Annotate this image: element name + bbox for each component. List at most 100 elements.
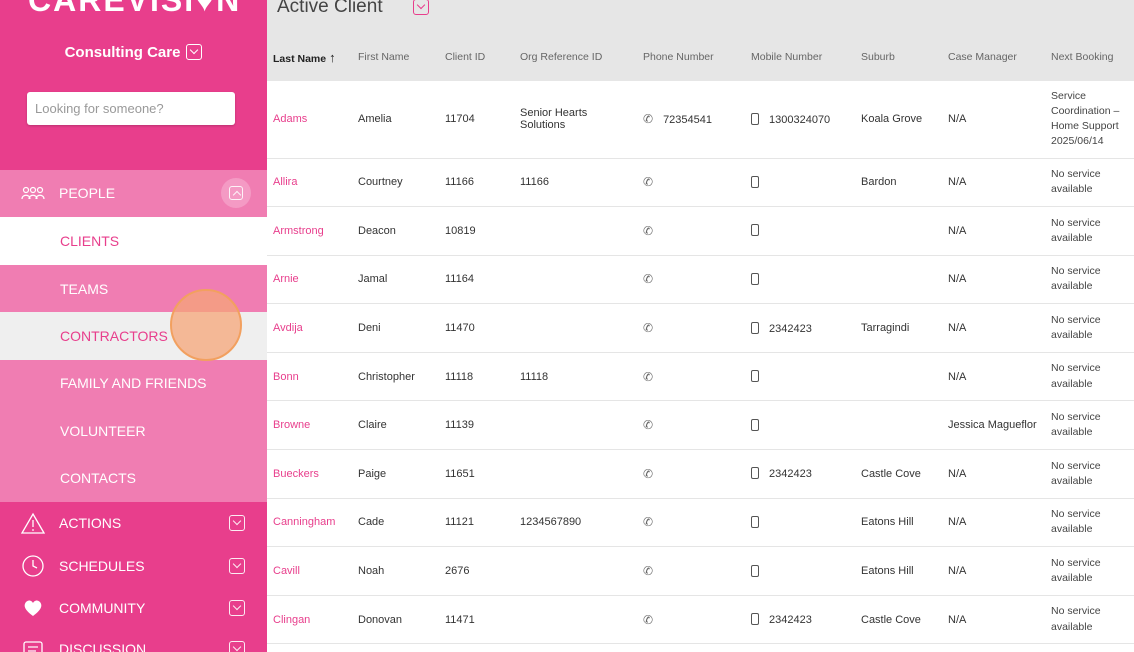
cell-last-name[interactable]: Arnie [267, 255, 352, 305]
mobile-icon [751, 418, 759, 431]
cell-mobile-number[interactable] [745, 158, 855, 208]
table-row[interactable]: Avdija Deni 11470 ✆ 2342423 Tarragindi N/A No s… [267, 303, 1134, 353]
column-header-next-booking[interactable]: Next Booking [1045, 33, 1134, 81]
cell-first-name: Christopher [352, 352, 439, 402]
column-header-client-id[interactable]: Client ID [439, 33, 514, 81]
nav-section-label: PEOPLE [59, 185, 116, 201]
column-header-first-name[interactable]: First Name [352, 33, 439, 81]
cell-last-name[interactable]: Clingan [267, 595, 352, 645]
table-row[interactable]: Arnie Jamal 11164 ✆ N/A No service available [267, 255, 1134, 305]
cell-mobile-number[interactable] [745, 498, 855, 548]
cell-mobile-number[interactable] [745, 255, 855, 305]
nav-item-family-and-friends[interactable]: FAMILY AND FRIENDS [0, 359, 267, 407]
nav-item-volunteer[interactable]: VOLUNTEER [0, 407, 267, 455]
cell-phone-number[interactable]: ✆ [637, 303, 745, 353]
cell-last-name[interactable]: Canningham [267, 498, 352, 548]
nav-section-community[interactable]: COMMUNITY [0, 585, 267, 631]
column-header-case-manager[interactable]: Case Manager [942, 33, 1045, 81]
cell-suburb: Koala Grove [855, 81, 942, 159]
cell-phone-number[interactable]: ✆ [637, 498, 745, 548]
chevron-down-icon[interactable] [229, 558, 245, 574]
cell-org-reference-id: 11166 [514, 158, 637, 208]
cell-phone-number[interactable]: ✆ [637, 400, 745, 451]
cell-mobile-number[interactable]: 2342423 [745, 449, 855, 499]
phone-icon: ✆ [643, 272, 654, 287]
table-row[interactable]: Clingan Donovan 11471 ✆ 2342423 Castle Cove N/… [267, 595, 1134, 645]
column-header-phone-number[interactable]: Phone Number [637, 33, 745, 81]
cell-phone-number[interactable]: ✆ [637, 546, 745, 596]
nav-section-people[interactable]: PEOPLE [0, 170, 267, 216]
cell-case-manager: N/A [942, 546, 1045, 596]
cell-first-name: Cade [352, 498, 439, 548]
mobile-value: 2342423 [769, 614, 812, 627]
nav-section-schedules[interactable]: SCHEDULES [0, 543, 267, 589]
table-row[interactable]: Adams Amelia 11704 Senior Hearts Solutions ✆… [267, 81, 1134, 159]
cell-mobile-number[interactable]: 1300324070 [745, 81, 855, 159]
cell-next-booking: No service available [1045, 449, 1134, 499]
cell-last-name[interactable]: Allira [267, 158, 352, 208]
cell-last-name[interactable]: Browne [267, 400, 352, 451]
cell-mobile-number[interactable]: 2342423 [745, 303, 855, 353]
table-row[interactable]: Canningham Cade 11121 1234567890 ✆ Eatons Hil… [267, 498, 1134, 548]
cell-phone-number[interactable]: ✆ [637, 449, 745, 499]
chevron-down-icon[interactable] [186, 44, 203, 60]
cell-last-name[interactable]: Bueckers [267, 449, 352, 499]
collapse-toggle[interactable] [221, 178, 251, 208]
nav-item-clients[interactable]: CLIENTS [0, 217, 267, 265]
cell-phone-number[interactable]: ✆ [637, 158, 745, 208]
heart-hands-icon [18, 598, 48, 618]
mobile-icon [751, 613, 759, 626]
cell-last-name[interactable]: Avdija [267, 303, 352, 353]
cell-case-manager: N/A [942, 81, 1045, 159]
mobile-icon [751, 175, 759, 188]
mobile-icon [751, 564, 759, 577]
table-row[interactable]: Bueckers Paige 11651 ✆ 2342423 Castle Cove N/A… [267, 449, 1134, 499]
table-row[interactable]: Cavill Noah 2676 ✆ Eatons Hill N/A No service … [267, 546, 1134, 596]
cell-mobile-number[interactable]: 2342423 [745, 595, 855, 645]
column-header-suburb[interactable]: Suburb [855, 33, 942, 81]
cell-phone-number[interactable]: ✆ [637, 206, 745, 256]
search-input[interactable] [27, 92, 235, 125]
column-header-mobile-number[interactable]: Mobile Number [745, 33, 855, 81]
cell-mobile-number[interactable] [745, 400, 855, 451]
carevision-logo[interactable]: CAREVISI♥N [28, 0, 241, 19]
cell-last-name[interactable]: Armstrong [267, 206, 352, 256]
cell-org-reference-id [514, 303, 637, 353]
cell-suburb [855, 400, 942, 451]
sort-ascending-icon[interactable]: ↑ [329, 50, 336, 65]
column-header-last-name[interactable]: Last Name ↑ [267, 33, 352, 81]
column-header-org-reference-id[interactable]: Org Reference ID [514, 33, 637, 81]
table-row[interactable]: Bonn Christopher 11118 11118 ✆ N/A No service … [267, 352, 1134, 402]
org-selector[interactable]: Consulting Care [0, 44, 267, 61]
mobile-value: 1300324070 [769, 113, 831, 126]
chevron-down-icon[interactable] [229, 515, 245, 531]
mobile-value: 2342423 [769, 322, 812, 335]
cell-org-reference-id [514, 595, 637, 645]
cell-mobile-number[interactable] [745, 206, 855, 256]
cell-next-booking: No service available [1045, 498, 1134, 548]
cell-last-name[interactable]: Cavill [267, 546, 352, 596]
cell-phone-number[interactable]: ✆ [637, 352, 745, 402]
cell-phone-number[interactable]: ✆ [637, 595, 745, 645]
chevron-down-icon[interactable] [413, 0, 429, 15]
cell-suburb: Bardon [855, 158, 942, 208]
chevron-down-icon[interactable] [229, 641, 245, 652]
nav-item-contacts[interactable]: CONTACTS [0, 454, 267, 502]
nav-section-actions[interactable]: ACTIONS [0, 500, 267, 546]
table-row[interactable]: Browne Claire 11139 ✆ Jessica Magueflor No se… [267, 400, 1134, 451]
cell-phone-number[interactable]: ✆ [637, 255, 745, 305]
table-row[interactable]: Armstrong Deacon 10819 ✆ N/A No service avail… [267, 206, 1134, 256]
cell-case-manager: N/A [942, 595, 1045, 645]
cell-org-reference-id: 11118 [514, 352, 637, 402]
chevron-down-icon[interactable] [229, 600, 245, 616]
cell-last-name[interactable]: Adams [267, 81, 352, 159]
table-header-row: Last Name ↑ First Name Client ID Org Refe… [267, 33, 1134, 81]
table-row[interactable]: Allira Courtney 11166 11166 ✆ Bardon N/A No ser… [267, 158, 1134, 208]
nav-section-discussion[interactable]: DISCUSSION [0, 626, 267, 652]
cell-mobile-number[interactable] [745, 546, 855, 596]
cell-mobile-number[interactable] [745, 352, 855, 402]
clock-icon [18, 554, 48, 578]
cell-client-id: 11139 [439, 400, 514, 451]
cell-phone-number[interactable]: ✆ 72354541 [637, 81, 745, 159]
cell-last-name[interactable]: Bonn [267, 352, 352, 402]
